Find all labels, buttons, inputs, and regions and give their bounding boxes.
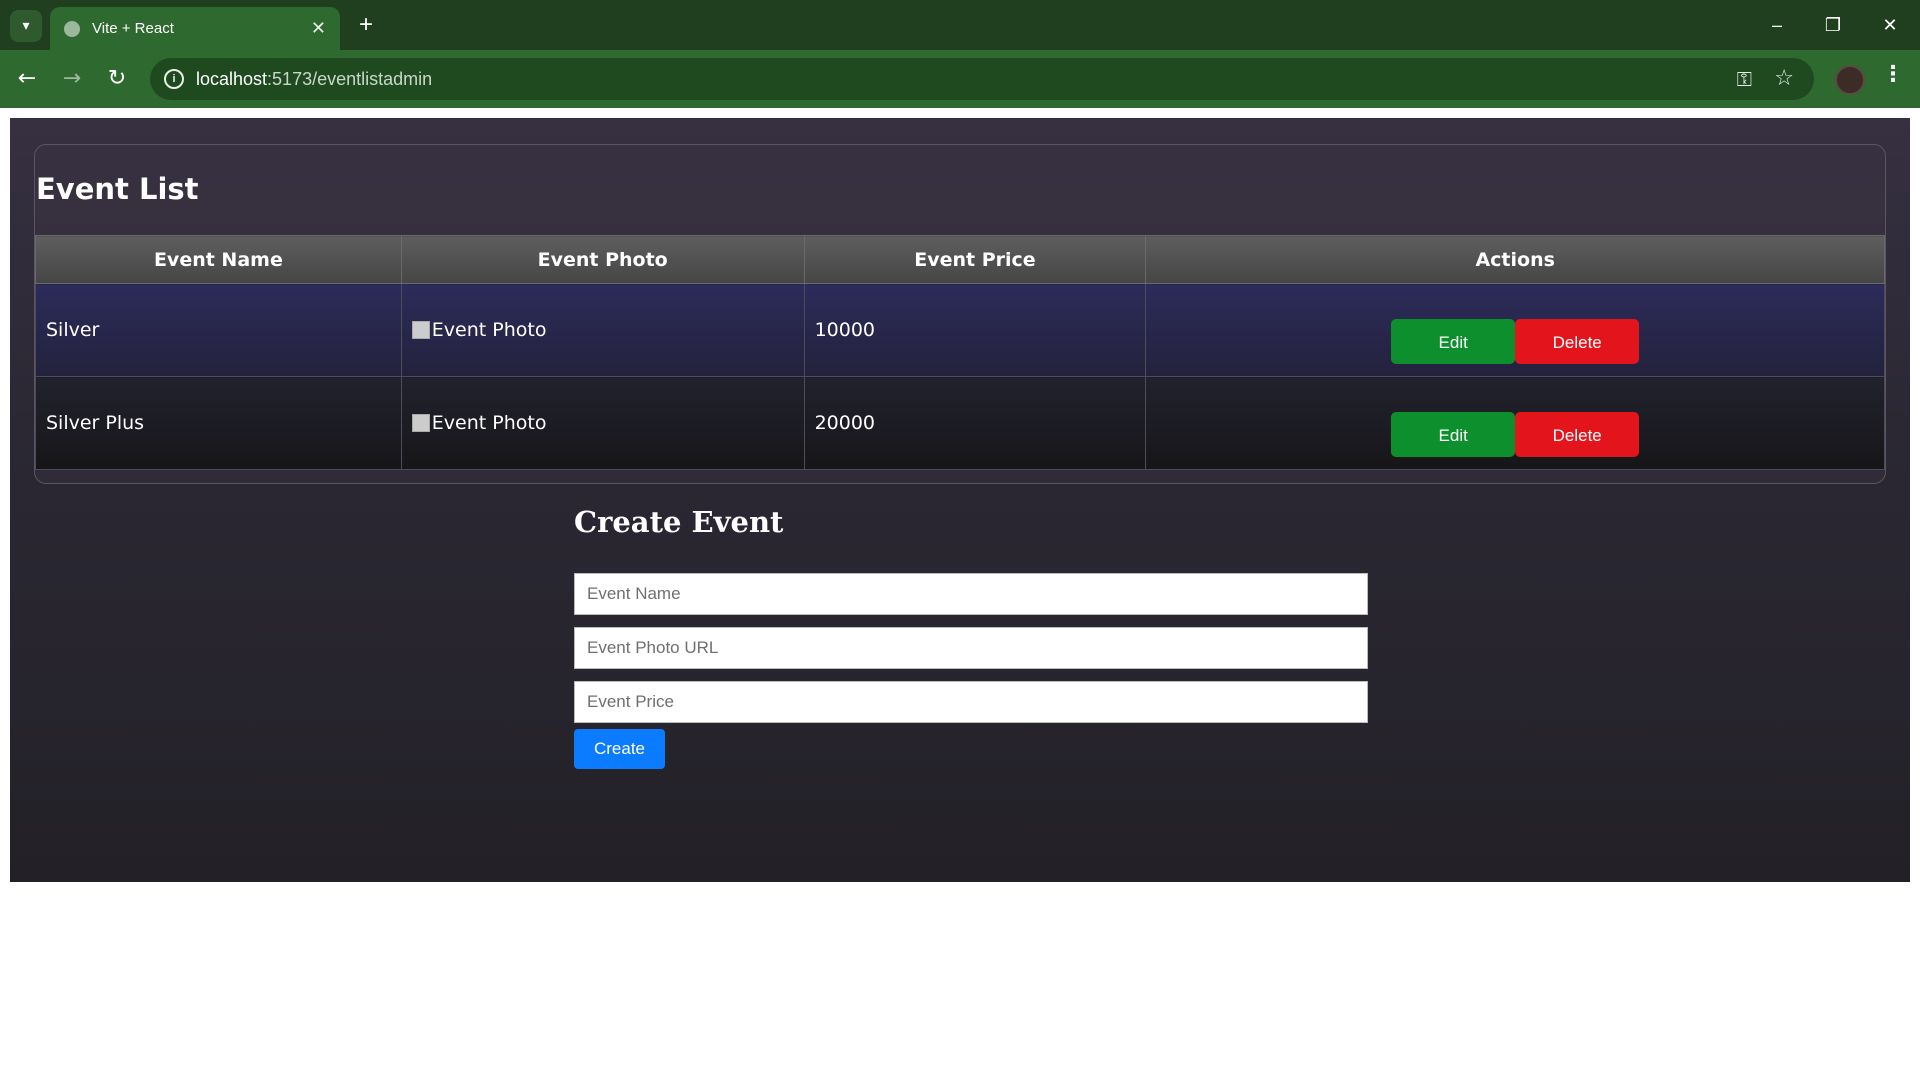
create-button[interactable]: Create — [574, 729, 665, 769]
site-info-icon[interactable]: i — [164, 69, 184, 89]
globe-icon — [64, 20, 80, 37]
tab-strip: ▾ Vite + React ✕ + – ❐ ✕ — [0, 0, 1920, 50]
event-photo-url-input[interactable] — [574, 627, 1368, 669]
event-price-input[interactable] — [574, 681, 1368, 723]
events-table: Event Name Event Photo Event Price Actio… — [35, 235, 1885, 470]
table-header-row: Event Name Event Photo Event Price Actio… — [35, 235, 1885, 284]
event-price-cell: 20000 — [803, 376, 1147, 470]
create-event-title: Create Event — [574, 505, 784, 539]
close-tab-icon[interactable]: ✕ — [311, 18, 326, 39]
header-event-photo: Event Photo — [400, 235, 805, 284]
event-price-cell: 10000 — [803, 283, 1147, 377]
delete-button[interactable]: Delete — [1515, 411, 1640, 457]
bookmark-star-icon[interactable]: ☆ — [1774, 66, 1794, 91]
header-event-price: Event Price — [803, 235, 1147, 284]
url-path: :5173/eventlistadmin — [267, 69, 433, 89]
close-window-button[interactable]: ✕ — [1870, 10, 1910, 40]
restore-button[interactable]: ❐ — [1813, 10, 1853, 40]
header-event-name: Event Name — [35, 235, 402, 284]
back-arrow-icon[interactable]: ← — [10, 62, 44, 96]
url-host: localhost — [196, 69, 268, 89]
event-photo-cell: Event Photo — [400, 376, 805, 470]
forward-arrow-icon[interactable]: → — [55, 62, 89, 96]
actions-cell: Edit Delete — [1145, 283, 1885, 377]
event-photo-alt: Event Photo — [431, 319, 547, 341]
tab-search-button[interactable]: ▾ — [10, 10, 42, 42]
minimize-button[interactable]: – — [1757, 10, 1797, 40]
menu-kebab-icon[interactable]: ⋮ — [1882, 62, 1904, 87]
password-key-icon[interactable]: ⚿ — [1737, 67, 1752, 91]
tab-title: Vite + React — [92, 20, 174, 37]
event-list-title: Event List — [36, 172, 199, 206]
event-name-cell: Silver — [35, 283, 402, 377]
header-actions: Actions — [1145, 235, 1885, 284]
browser-tab[interactable]: Vite + React ✕ — [50, 7, 340, 50]
edit-button[interactable]: Edit — [1391, 318, 1516, 364]
broken-image-icon — [411, 414, 430, 432]
table-row: Silver Plus Event Photo 20000 Edit Delete — [35, 376, 1885, 470]
delete-button[interactable]: Delete — [1515, 318, 1640, 364]
edit-button[interactable]: Edit — [1391, 411, 1516, 457]
event-name-input[interactable] — [574, 573, 1368, 615]
broken-image-icon — [411, 321, 430, 339]
browser-toolbar: ← → ↻ i localhost:5173/eventlistadmin ⚿ … — [0, 50, 1920, 108]
address-bar[interactable]: i localhost:5173/eventlistadmin ⚿ ☆ — [150, 58, 1814, 100]
table-row: Silver Event Photo 10000 Edit Delete — [35, 283, 1885, 377]
url-text[interactable]: localhost:5173/eventlistadmin — [196, 69, 432, 90]
actions-cell: Edit Delete — [1145, 376, 1885, 470]
event-photo-cell: Event Photo — [400, 283, 805, 377]
new-tab-button[interactable]: + — [352, 10, 380, 40]
reload-icon[interactable]: ↻ — [100, 62, 134, 96]
event-photo-alt: Event Photo — [431, 412, 547, 434]
profile-avatar[interactable] — [1835, 65, 1865, 95]
event-name-cell: Silver Plus — [35, 376, 402, 470]
